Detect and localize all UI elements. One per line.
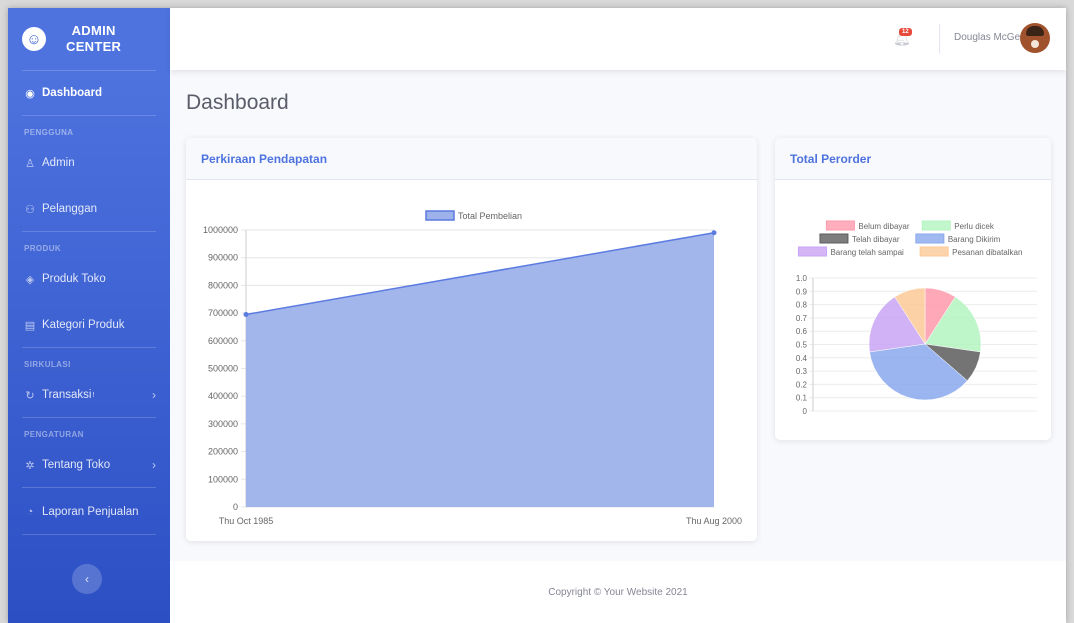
- chevron-right-icon: ›: [152, 388, 156, 402]
- sidebar-item-pelanggan[interactable]: ⚇ Pelanggan: [8, 187, 170, 231]
- y-tick-label: 1000000: [203, 225, 238, 235]
- sidebar-item-label: Admin: [42, 157, 75, 169]
- sidebar-item-label: Tentang Toko: [42, 459, 111, 471]
- tag-icon: ◈: [25, 273, 35, 286]
- pie-chart: Belum dibayar Perlu dicek Telah dibayar Bar…: [796, 220, 1037, 416]
- sidebar-item-laporan-penjualan[interactable]: ◔ Laporan Penjualan: [8, 490, 170, 534]
- topbar-divider: [939, 24, 940, 54]
- legend-label: Telah dibayar: [852, 235, 900, 244]
- sidebar-heading: SIRKULASI: [24, 360, 71, 369]
- legend-swatch: [425, 210, 455, 221]
- card-title: Total Perorder: [775, 138, 1051, 180]
- x-tick-label: Thu Oct 1985: [219, 516, 274, 526]
- user-icon: ♙: [25, 157, 35, 170]
- legend-label: Pesanan dibatalkan: [952, 248, 1022, 257]
- folder-icon: ▤: [24, 319, 36, 332]
- legend-swatch: [921, 220, 951, 231]
- x-tick-label: Thu Aug 2000: [686, 516, 742, 526]
- y-tick-label: 200000: [208, 447, 238, 457]
- sidebar-brand[interactable]: ☺ ADMIN CENTER: [8, 8, 170, 70]
- sidebar-item-label: Produk Toko: [42, 273, 106, 285]
- sidebar-toggle-button[interactable]: ‹: [72, 564, 102, 594]
- sidebar-item-label: Kategori Produk: [42, 319, 125, 331]
- y-tick-label: 0.4: [796, 354, 808, 363]
- y-tick-label: 0.6: [796, 327, 808, 336]
- data-point: [711, 230, 717, 236]
- orders-card: Total Perorder Belum dibayar Perlu dicek T…: [775, 138, 1051, 440]
- y-tick-label: 400000: [208, 391, 238, 401]
- sidebar: ☺ ADMIN CENTER ◉ Dashboard PENGGUNA ♙ Ad…: [8, 8, 170, 623]
- brand-line-2: CENTER: [66, 39, 122, 54]
- chevron-left-icon: ‹: [85, 572, 89, 586]
- y-tick-label: 0.5: [796, 341, 808, 350]
- footer: Copyright © Your Website 2021: [170, 561, 1066, 623]
- earnings-card: Perkiraan Pendapatan Total Pembelian 0 100…: [186, 138, 757, 541]
- y-tick-label: 600000: [208, 336, 238, 346]
- sidebar-item-produk-toko[interactable]: ◈ Produk Toko: [8, 257, 170, 301]
- sidebar-item-tentang-toko[interactable]: ✲ Tentang Toko ›: [8, 443, 170, 487]
- legend-label: Barang telah sampai: [830, 248, 904, 257]
- page-title: Dashboard: [186, 91, 289, 114]
- alerts-button[interactable]: 🔔︎ 12: [893, 28, 912, 48]
- y-tick-label: 0.7: [796, 314, 808, 323]
- sidebar-item-transaksi[interactable]: ↻ Transaksi ! ›: [8, 373, 170, 417]
- user-name[interactable]: Douglas McGee: [954, 32, 1026, 43]
- card-title: Perkiraan Pendapatan: [186, 138, 757, 180]
- app-window: ☺ ADMIN CENTER ◉ Dashboard PENGGUNA ♙ Ad…: [8, 8, 1066, 623]
- sidebar-item-label: Transaksi: [42, 389, 92, 401]
- y-tick-label: 0: [803, 407, 808, 416]
- alert-count-badge: 12: [899, 28, 912, 36]
- sidebar-heading: PENGGUNA: [24, 128, 74, 137]
- area-chart: Total Pembelian 0 100000 200000 300000 400000…: [203, 210, 742, 526]
- y-tick-label: 900000: [208, 253, 238, 263]
- alert-marker: !: [92, 391, 95, 399]
- sidebar-item-label: Laporan Penjualan: [42, 506, 139, 518]
- chevron-right-icon: ›: [152, 458, 156, 472]
- cog-icon: ✲: [25, 459, 35, 472]
- sidebar-item-dashboard[interactable]: ◉ Dashboard: [8, 71, 170, 115]
- y-tick-label: 0.3: [796, 367, 808, 376]
- sidebar-item-kategori-produk[interactable]: ▤ Kategori Produk: [8, 303, 170, 347]
- sidebar-divider: [22, 487, 156, 488]
- y-tick-label: 0.9: [796, 287, 808, 296]
- y-tick-label: 300000: [208, 419, 238, 429]
- y-tick-label: 0.8: [796, 301, 808, 310]
- tachometer-icon: ◉: [25, 87, 35, 100]
- copyright-text: Copyright © Your Website 2021: [548, 586, 688, 598]
- y-tick-label: 0.2: [796, 380, 808, 389]
- brand-text: ADMIN CENTER: [66, 23, 121, 55]
- chart-icon: ◔: [26, 506, 34, 518]
- legend-swatch: [797, 246, 827, 257]
- legend-label: Perlu dicek: [954, 222, 995, 231]
- sidebar-heading: PRODUK: [24, 244, 62, 253]
- legend-label: Barang Dikirim: [948, 235, 1001, 244]
- y-tick-label: 0: [233, 502, 238, 512]
- legend-swatch: [825, 220, 855, 231]
- sidebar-item-admin[interactable]: ♙ Admin: [8, 141, 170, 185]
- sidebar-item-label: Pelanggan: [42, 203, 97, 215]
- legend-swatch: [915, 233, 945, 244]
- y-tick-label: 100000: [208, 474, 238, 484]
- users-icon: ⚇: [25, 203, 35, 216]
- legend-swatch: [819, 233, 849, 244]
- topbar: 🔔︎ 12 Douglas McGee: [170, 8, 1066, 70]
- legend-label: Total Pembelian: [458, 211, 522, 221]
- y-tick-label: 0.1: [796, 394, 808, 403]
- y-tick-label: 700000: [208, 308, 238, 318]
- laugh-wink-icon: ☺: [22, 27, 46, 51]
- sidebar-divider: [22, 534, 156, 535]
- legend-label: Belum dibayar: [858, 222, 909, 231]
- legend-swatch: [919, 246, 949, 257]
- avatar[interactable]: [1020, 23, 1050, 53]
- brand-line-1: ADMIN: [71, 23, 116, 38]
- sidebar-item-label: Dashboard: [42, 87, 103, 99]
- sync-icon: ↻: [25, 389, 35, 402]
- sidebar-heading: PENGATURAN: [24, 430, 84, 439]
- y-tick-label: 1.0: [796, 274, 808, 283]
- y-tick-label: 800000: [208, 280, 238, 290]
- data-point: [243, 311, 249, 317]
- y-tick-label: 500000: [208, 364, 238, 374]
